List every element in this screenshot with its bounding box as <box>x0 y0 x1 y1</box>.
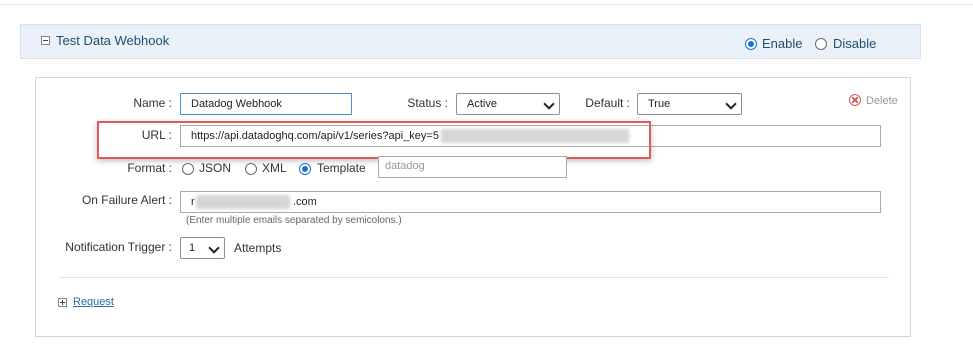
status-label: Status : <box>407 96 448 110</box>
redacted-email <box>196 195 290 209</box>
trigger-unit: Attempts <box>234 241 282 255</box>
failure-alert-label: On Failure Alert : <box>81 193 172 207</box>
name-label: Name : <box>133 96 172 110</box>
failure-alert-prefix: r <box>191 196 195 208</box>
url-highlight-box <box>97 121 651 159</box>
format-label: Format : <box>127 161 172 175</box>
chevron-down-icon <box>725 98 737 110</box>
name-input[interactable]: Datadog Webhook <box>180 93 352 115</box>
divider <box>59 277 889 278</box>
default-value: True <box>648 98 671 110</box>
disable-radio[interactable] <box>815 38 827 50</box>
delete-icon[interactable] <box>849 94 861 106</box>
status-value: Active <box>467 98 497 110</box>
chevron-down-icon <box>543 98 555 110</box>
template-input[interactable]: datadog <box>378 156 567 178</box>
collapse-icon[interactable] <box>41 36 50 45</box>
failure-alert-hint: (Enter multiple emails separated by semi… <box>186 215 402 226</box>
default-label: Default : <box>585 96 630 110</box>
notification-trigger-label: Notification Trigger : <box>65 240 172 254</box>
delete-button[interactable]: Delete <box>866 95 898 107</box>
chevron-down-icon <box>208 242 220 254</box>
format-json-radio[interactable] <box>182 163 194 175</box>
format-json-label[interactable]: JSON <box>199 161 231 175</box>
notification-trigger-select[interactable]: 1 <box>180 237 225 259</box>
status-select[interactable]: Active <box>456 93 560 115</box>
format-xml-radio[interactable] <box>245 163 257 175</box>
failure-alert-suffix: .com <box>293 196 317 208</box>
format-template-label[interactable]: Template <box>317 161 366 175</box>
default-select[interactable]: True <box>637 93 742 115</box>
format-xml-label[interactable]: XML <box>262 161 287 175</box>
enable-label[interactable]: Enable <box>762 36 802 51</box>
expand-icon[interactable] <box>58 298 67 307</box>
webhook-title[interactable]: Test Data Webhook <box>56 33 169 48</box>
disable-label[interactable]: Disable <box>833 36 876 51</box>
trigger-value: 1 <box>189 242 196 254</box>
request-link[interactable]: Request <box>73 296 114 308</box>
format-template-radio[interactable] <box>299 163 311 175</box>
top-border <box>0 0 973 5</box>
enable-radio[interactable] <box>745 38 757 50</box>
